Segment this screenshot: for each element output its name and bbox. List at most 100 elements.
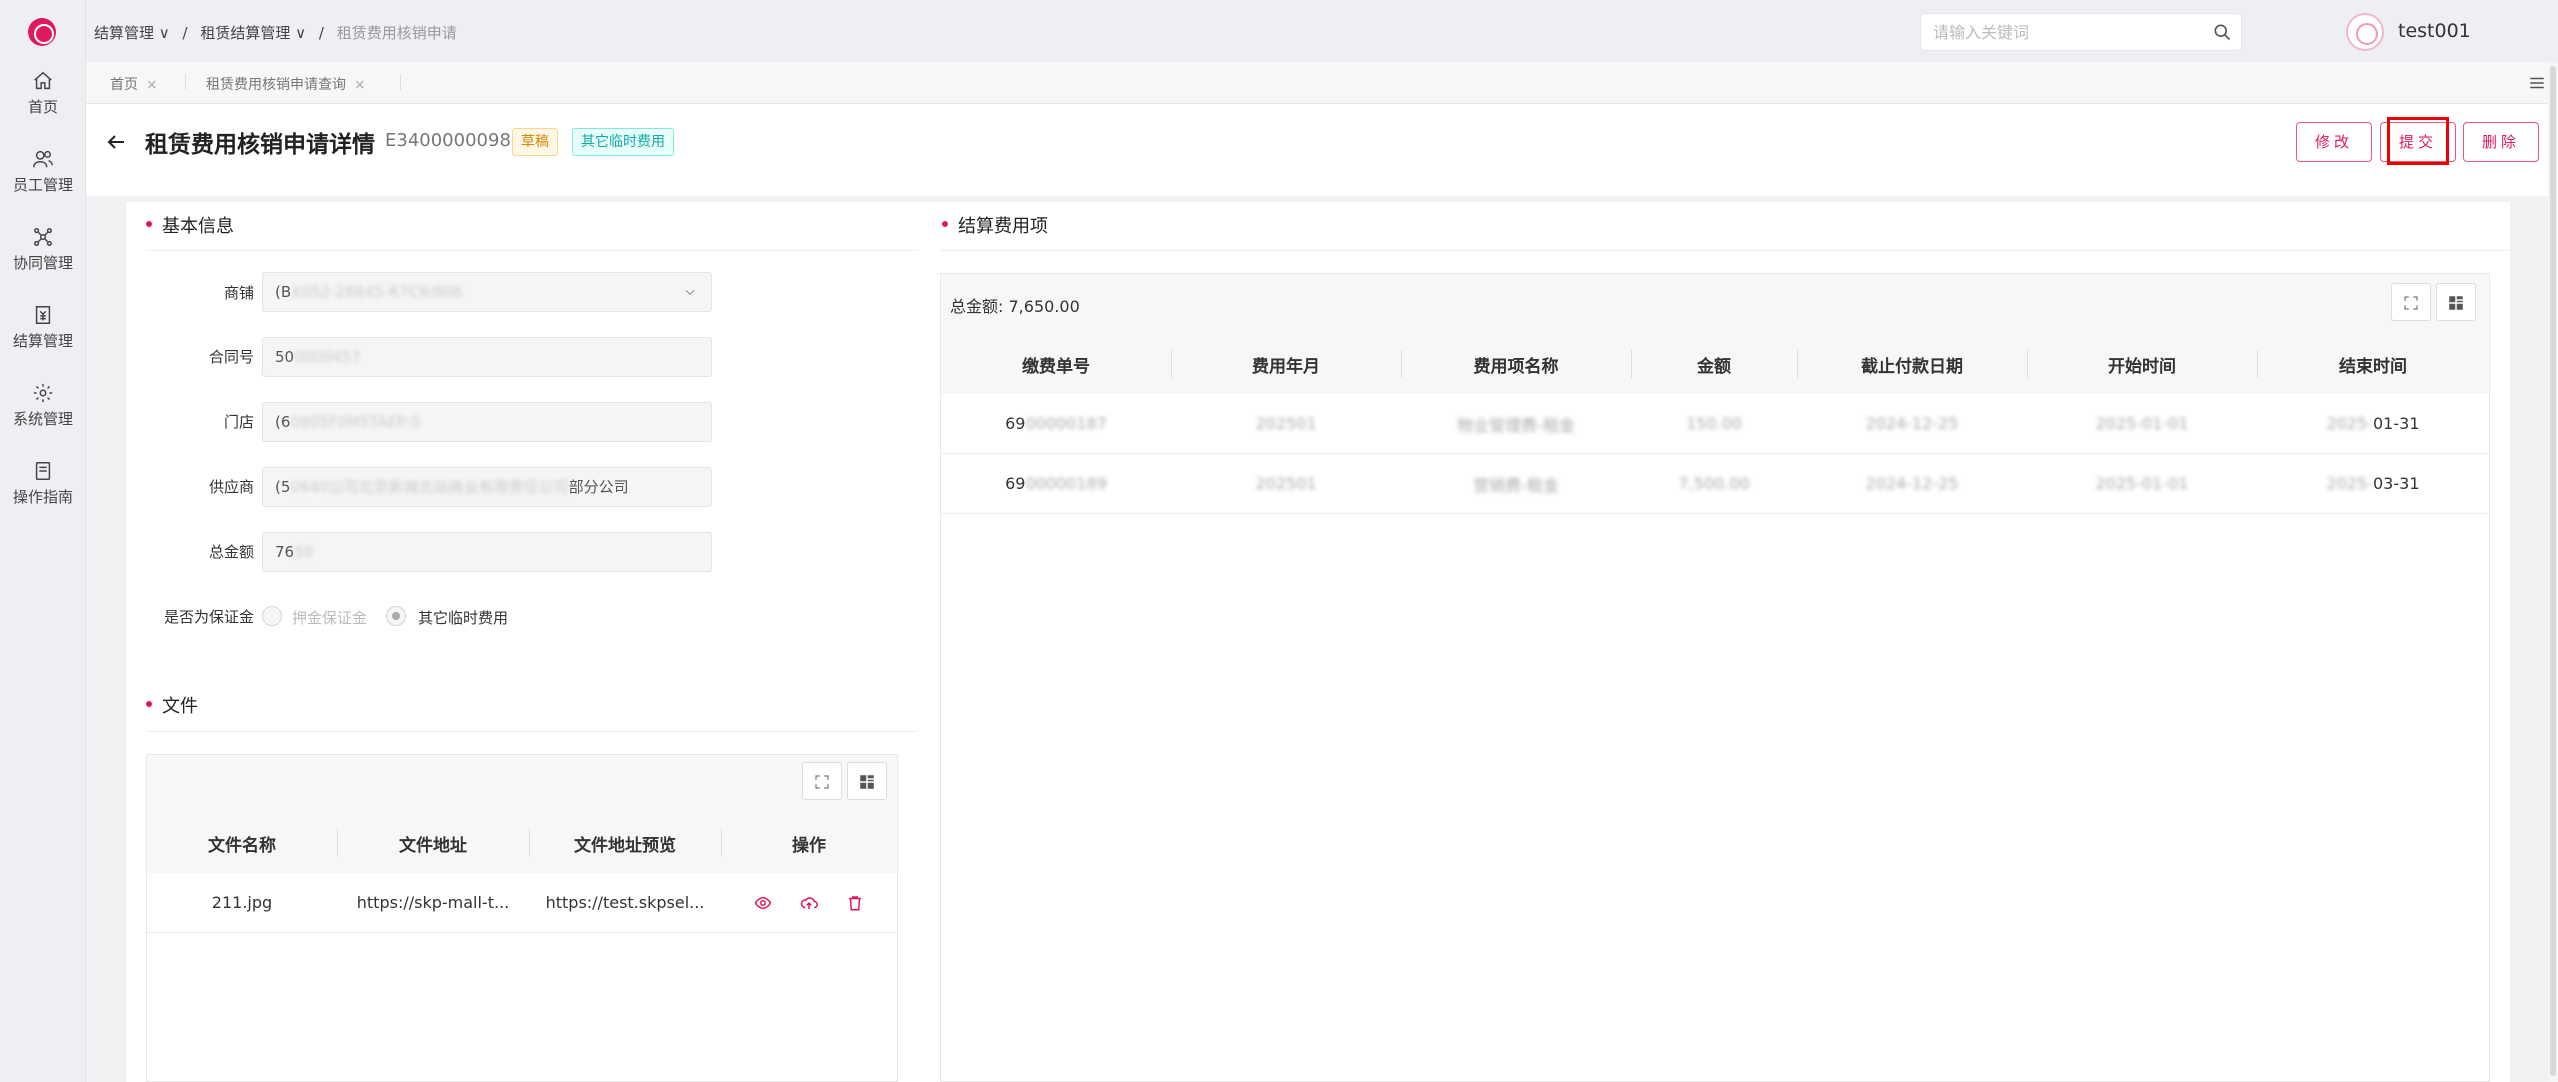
fee-month-value: 202501 [1255,414,1317,433]
file-url[interactable]: https://skp-mall-t... [337,873,529,932]
fee-month: 202501 [1171,454,1401,513]
type-badge: 其它临时费用 [572,128,674,156]
bill-prefix: 69 [1005,474,1026,493]
tab-bar: 首页 × 租赁费用核销申请查询 × [86,62,2558,104]
sidebar-item-system[interactable]: 系统管理 [0,382,86,446]
fees-total: 总金额: 7,650.00 [950,293,1080,317]
file-preview-url[interactable]: https://test.skpsel... [529,873,721,932]
breadcrumb-current: 租赁费用核销申请 [336,24,457,42]
radio-deposit-label: 押金保证金 [292,609,368,627]
column-header: 操作 [792,835,826,856]
search-icon[interactable] [2212,22,2232,42]
username[interactable]: test001 [2398,20,2471,42]
store-label: 门店 [223,413,254,431]
files-table-toolbar [147,755,897,813]
sidebar-item-guide[interactable]: 操作指南 [0,460,86,524]
sidebar-item-home[interactable]: 首页 [0,70,86,134]
breadcrumb-separator: / [318,24,324,42]
deposit-label: 是否为保证金 [163,608,254,626]
breadcrumb: 结算管理 ∨ / 租赁结算管理 ∨ / 租赁费用核销申请 [94,22,465,43]
tab-home[interactable]: 首页 × [110,74,158,94]
close-icon[interactable]: × [146,77,158,93]
fee-item: 营销费-租金 [1401,454,1631,513]
edit-button[interactable]: 修改 [2296,122,2372,162]
sidebar-item-settlement[interactable]: 结算管理 [0,304,86,368]
search-input[interactable] [1920,13,2242,51]
bill-masked: 00000189 [1025,474,1107,493]
tab-divider [400,74,401,90]
total-value-prefix: 76 [275,543,295,561]
fee-item-value: 营销费-租金 [1473,475,1559,495]
breadcrumb-settlement[interactable]: 结算管理 ∨ [94,24,170,42]
tab-label: 租赁费用核销申请查询 [206,77,346,93]
breadcrumb-separator: / [182,24,188,42]
brand-logo[interactable] [28,18,56,46]
table-row[interactable]: 69 00000189 202501 营销费-租金 7,500.00 2024-1… [941,454,2489,514]
supplier-value-prefix: (5 [275,478,291,496]
supplier-field[interactable]: (50640公司北京新城北站商业有限责任公司部分公司 [262,467,712,507]
file-name: 211.jpg [211,893,273,912]
document-code: E3400000098 [385,130,511,151]
supplier-value-masked: 0640公司北京新城北站商业有限责任公司 [290,478,569,496]
table-row[interactable]: 69 00000187 202501 物业管理费-租金 150.00 2024-1… [941,394,2489,454]
fee-amount: 7,500.00 [1631,454,1797,513]
fee-amount-value: 7,500.00 [1678,474,1750,493]
sidebar: 首页 员工管理 协同管理 结算管理 系统管理 操作指南 [0,0,86,1082]
contract-value-prefix: 50 [275,348,295,366]
page-scrollbar[interactable] [2548,62,2558,1082]
fee-month: 202501 [1171,394,1401,453]
end-date-suffix: 03-31 [2373,474,2420,493]
total-amount-field[interactable]: 7650 [262,532,712,572]
due-date: 2024-12-25 [1797,454,2027,513]
settlement-icon [35,306,51,324]
fullscreen-button[interactable] [2391,283,2431,321]
start-date-value: 2025-01-01 [2095,414,2189,433]
close-icon[interactable]: × [354,77,366,93]
column-header: 文件地址预览 [574,835,676,856]
upload-cloud-icon[interactable] [800,894,818,912]
column-header: 费用年月 [1252,356,1320,377]
fees-total-label: 总金额: [950,297,1004,316]
bill-prefix: 69 [1005,414,1026,433]
shop-label: 商铺 [223,284,254,302]
radio-other-temp-fee-label: 其它临时费用 [418,609,509,627]
radio-deposit[interactable] [262,606,282,626]
files-table-header: 文件名称 文件地址 文件地址预览 操作 [147,813,897,873]
fullscreen-icon [815,775,829,789]
store-field[interactable]: (60805F0M5TAEP-5 [262,402,712,442]
column-header: 缴费单号 [1022,356,1090,377]
status-badge-draft: 草稿 [512,128,558,156]
radio-other-temp-fee[interactable] [386,606,406,626]
column-settings-button[interactable] [847,762,887,800]
due-date-value: 2024-12-25 [1865,414,1959,433]
supplier-value-suffix: 部分公司 [568,478,629,496]
sidebar-item-label: 结算管理 [12,332,73,350]
fees-table-header: 缴费单号 费用年月 费用项名称 金额 截止付款日期 开始时间 结束时间 [941,334,2489,394]
column-header: 费用项名称 [1473,356,1559,377]
trash-icon[interactable] [846,894,864,912]
bill-number: 69 00000189 [941,454,1171,513]
eye-icon[interactable] [754,894,772,912]
tab-lease-query[interactable]: 租赁费用核销申请查询 × [206,74,366,94]
fee-amount-value: 150.00 [1686,414,1742,433]
table-row: 211.jpg https://skp-mall-t... https://te… [147,873,897,933]
fullscreen-button[interactable] [802,762,842,800]
shop-select[interactable]: (BX052-28845-R7C9/806 [262,272,712,312]
fullscreen-icon [2404,296,2418,310]
contract-field[interactable]: 500000457 [262,337,712,377]
grid-icon [860,775,874,789]
bill-masked: 00000187 [1025,414,1107,433]
sidebar-item-employees[interactable]: 员工管理 [0,148,86,212]
sidebar-item-collaboration[interactable]: 协同管理 [0,226,86,290]
avatar[interactable] [2346,13,2384,51]
submit-button-highlight [2387,117,2449,165]
shop-value-prefix: (B [275,283,292,301]
end-date-masked: 2025- [2326,474,2374,493]
breadcrumb-lease-settlement[interactable]: 租赁结算管理 ∨ [200,24,306,42]
menu-icon[interactable] [2528,74,2546,92]
grid-icon [2449,296,2463,310]
tab-label: 首页 [110,77,138,93]
delete-button[interactable]: 删除 [2463,122,2539,162]
column-settings-button[interactable] [2436,283,2476,321]
back-arrow-icon[interactable] [104,130,128,154]
